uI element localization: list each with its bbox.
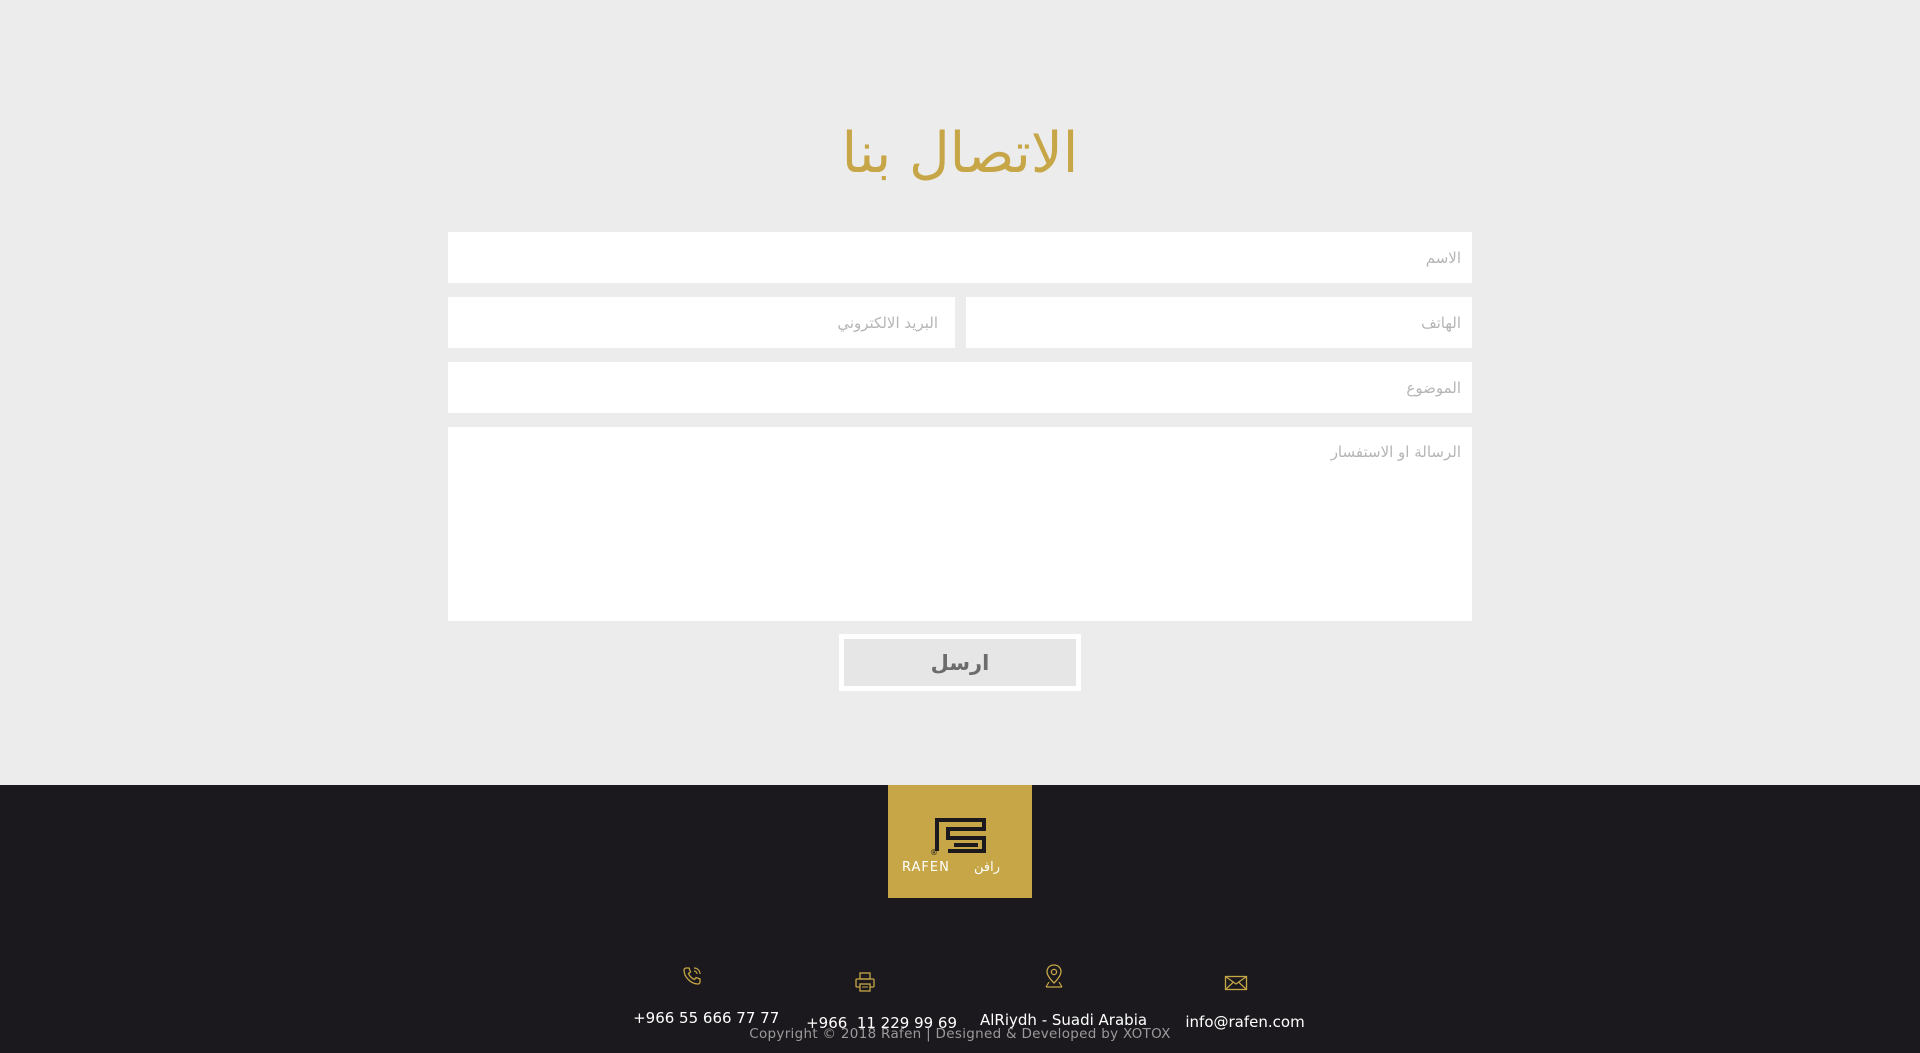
logo-text-latin: RAFEN: [902, 860, 950, 875]
logo-text-arabic: رافن: [974, 860, 1000, 875]
page-title: الاتصال بنا: [841, 121, 1079, 186]
envelope-icon: [1224, 975, 1247, 991]
email-field[interactable]: [448, 297, 955, 348]
phone-field[interactable]: [966, 297, 1472, 348]
rafen-logo-mark: ® RAFEN رافن: [902, 818, 1000, 875]
subject-field[interactable]: [448, 362, 1472, 413]
fax-icon: [854, 972, 875, 992]
contact-section: الاتصال بنا ارسل: [0, 0, 1920, 785]
contact-phone-text: +966 55 666 77 77: [633, 1009, 780, 1027]
rafen-logo[interactable]: ® RAFEN رافن: [888, 785, 1032, 898]
send-button-label: ارسل: [930, 650, 990, 675]
name-field[interactable]: [448, 232, 1472, 283]
logo-registered-mark: ®: [930, 848, 938, 857]
location-pin-icon: [1045, 964, 1063, 988]
phone-icon: [682, 967, 701, 985]
copyright-text: Copyright © 2018 Rafen | Designed & Deve…: [749, 1026, 1171, 1042]
footer: ® RAFEN رافن +966 55 666 77 77 +966 11 2…: [0, 785, 1920, 1053]
message-field[interactable]: [448, 427, 1472, 621]
send-button[interactable]: ارسل: [839, 634, 1081, 691]
